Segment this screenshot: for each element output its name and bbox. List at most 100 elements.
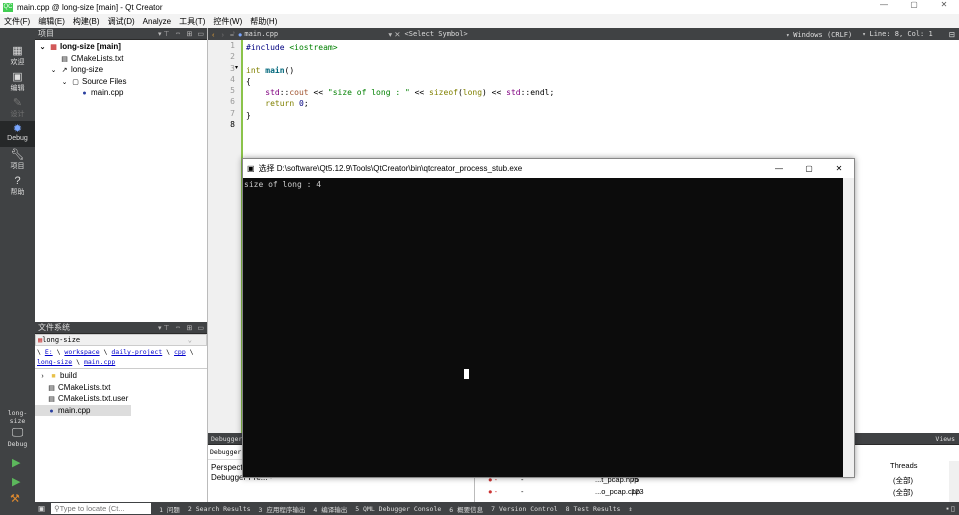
menu-widgets[interactable]: 控件(W) [209,16,246,27]
filesystem-pane: 文件系统 ▾ ⊤ ⇔ ⊞ ▭ ▦ long-size ⌄ \ E: \ workspace … [35,322,208,502]
window-title: main.cpp @ long-size [main] - Qt Creator [17,2,163,12]
crumb-e[interactable]: E: [45,348,53,356]
console-scrollbar[interactable] [843,178,854,477]
projects-title: 项目 [38,29,54,38]
back-button[interactable]: ‹ [208,30,219,39]
crumb-workspace[interactable]: workspace [64,348,99,356]
chevron-down-icon: ⌄ [50,67,57,74]
fs-item-cmakelists-user[interactable]: ▤ CMakeLists.txt.user [35,393,207,405]
mode-design[interactable]: ✎ 设计 [0,95,35,121]
status-bar: ▣ ⚲ Type to locate (Ct... 1 问题 2 Search … [0,502,959,515]
debug-run-button[interactable]: ▶ [12,475,20,488]
mode-debug[interactable]: ✹ Debug [0,121,35,147]
qt-creator-logo: QC [3,2,13,12]
project-icon: ▦ [50,44,57,51]
target-selector[interactable]: long-size 🖵︎ Debug [0,409,35,448]
debugger-header: Debugger [211,434,243,443]
bug-icon: ✹ [12,123,23,135]
menu-build[interactable]: 构建(B) [69,16,104,27]
toggle-sidebar-button[interactable]: ▣ [0,504,51,513]
cursor-position[interactable]: ▾ Line: 8, Col: 1 [852,30,948,38]
tree-item-project[interactable]: ⌄ ▦ long-size [main] [35,41,207,53]
debug-play-icon: ▶ [12,476,21,488]
root-combobox[interactable]: ▦ long-size ⌄ [35,334,207,346]
locate-input[interactable]: ⚲ Type to locate (Ct... [51,503,152,514]
output-tab-search-results[interactable]: 2 Search Results [184,505,255,513]
threads-column-header[interactable]: Threads [890,461,918,470]
mode-edit[interactable]: ▣ 编辑 [0,69,35,95]
crumb-long-size[interactable]: long-size [37,358,72,366]
target-config: Debug [7,440,28,448]
lock-icon: 🔓︎ [230,29,235,38]
output-tab-application-output[interactable]: 3 应用程序输出 [255,504,310,514]
progress-toggle-icon[interactable]: ▪ ▯ [946,504,959,513]
minimize-button[interactable]: — [869,0,899,9]
forward-button[interactable]: › [219,30,228,39]
console-minimize-button[interactable]: — [764,164,794,173]
file-icon: ▤ [48,396,55,403]
console-output: size of long : 4 [244,180,322,189]
chevron-right-icon: › [41,373,44,380]
line-number: 6 [230,97,235,107]
crumb-main-cpp[interactable]: main.cpp [84,358,115,366]
split-icon[interactable]: ⊞ [187,324,193,332]
encoding-selector[interactable]: ▾ Windows (CRLF) [786,30,852,39]
crumb-daily-project[interactable]: daily-project [111,348,162,356]
output-tab-compile-output[interactable]: 4 编译输出 [309,504,351,514]
breakpoint-row[interactable]: ● - - ...o_pcap.cpp 123 (全部) [488,487,958,499]
sync-icon[interactable]: ⇔ [175,324,182,332]
mode-help[interactable]: ? 帮助 [0,173,35,199]
target-project: long-size [7,409,28,425]
mode-welcome[interactable]: ▦ 欢迎 [0,43,35,69]
mode-projects[interactable]: 🔧︎ 项目 [0,147,35,173]
chevron-down-icon: ⌄ [39,44,46,51]
help-icon: ? [14,175,21,187]
close-document-button[interactable]: ▾ ✕ [384,30,404,39]
menu-file[interactable]: 文件(F) [0,16,34,27]
tree-item-source-files[interactable]: ⌄ ▢ Source Files [35,76,207,88]
console-close-button[interactable]: ✕ [824,164,854,173]
close-pane-icon[interactable]: ▭ [197,30,204,38]
line-number: 8 [230,120,235,130]
tree-item-target[interactable]: ⌄ ↗ long-size [35,64,207,76]
code-editor[interactable]: #include <iostream> int main() { std::co… [246,42,554,121]
views-button[interactable]: Views [935,435,959,443]
tree-item-main-cpp[interactable]: ● main.cpp [35,87,207,99]
menu-edit[interactable]: 编辑(E) [34,16,69,27]
menu-analyze[interactable]: Analyze [139,17,175,26]
more-tabs-button[interactable]: ⇕ [624,505,636,513]
filter-icon[interactable]: ▾ ⊤ [158,324,170,332]
console-maximize-button[interactable]: ▢ [794,164,824,173]
fs-item-main-cpp[interactable]: ● main.cpp [35,404,131,416]
cpp-file-icon: ● [49,407,54,415]
maximize-button[interactable]: ▢ [899,0,929,9]
tree-item-cmakelists[interactable]: ▤ CMakeLists.txt [35,53,207,65]
fold-marker-icon[interactable]: ▾ [235,64,238,71]
filter-icon[interactable]: ▾ ⊤ [158,30,170,38]
output-tab-general-messages[interactable]: 6 概要信息 [445,504,487,514]
document-selector[interactable]: main.cpp [244,30,384,38]
symbol-selector[interactable]: <Select Symbol> [405,30,468,38]
output-tab-version-control[interactable]: 7 Version Control [487,505,562,513]
sync-icon[interactable]: ⇔ [175,30,182,38]
run-button[interactable]: ▶ [12,456,20,469]
close-pane-icon[interactable]: ▭ [197,324,204,332]
fs-item-build[interactable]: › ■ build [35,370,207,382]
output-tab-test-results[interactable]: 8 Test Results [562,505,625,513]
menu-tools[interactable]: 工具(T) [175,16,209,27]
output-tab-qml-console[interactable]: 5 QML Debugger Console [351,505,445,513]
menu-debug[interactable]: 调试(D) [104,16,139,27]
crumb-cpp[interactable]: cpp [174,348,186,356]
line-number: 2 [230,52,235,62]
console-icon: ▣ [247,164,255,173]
fs-item-cmakelists[interactable]: ▤ CMakeLists.txt [35,382,207,394]
output-tab-issues[interactable]: 1 问题 [155,504,184,514]
split-icon[interactable]: ⊟ [949,30,959,39]
scrollbar[interactable] [949,461,959,502]
split-icon[interactable]: ⊞ [187,30,193,38]
menu-help[interactable]: 帮助(H) [246,16,281,27]
close-button[interactable]: ✕ [929,0,959,9]
console-window[interactable]: ▣ 选择 D:\software\Qt5.12.9\Tools\QtCreato… [242,158,855,478]
filesystem-header: 文件系统 ▾ ⊤ ⇔ ⊞ ▭ [35,322,207,334]
menu-bar: 文件(F) 编辑(E) 构建(B) 调试(D) Analyze 工具(T) 控件… [0,14,959,28]
